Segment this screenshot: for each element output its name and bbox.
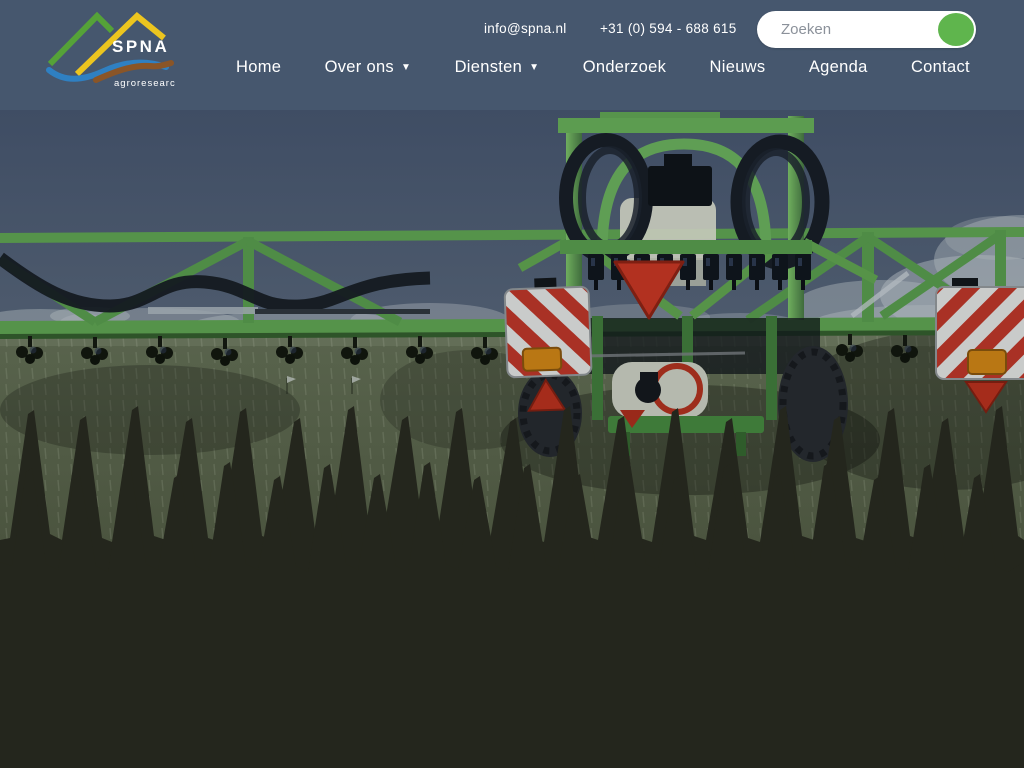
nav-item-nieuws[interactable]: Nieuws	[710, 58, 766, 77]
sprayer-field-photo	[0, 110, 1024, 768]
nav-label: Contact	[911, 58, 970, 76]
nav-item-diensten[interactable]: Diensten ▼	[455, 58, 540, 77]
nav-item-agenda[interactable]: Agenda	[809, 58, 868, 77]
page-root: SPNA agroresearch info@spna.nl +31 (0) 5…	[0, 0, 1024, 768]
nav-item-home[interactable]: Home	[236, 58, 281, 77]
email-link[interactable]: info@spna.nl	[484, 21, 567, 37]
control-box	[648, 166, 712, 206]
brand-name: SPNA	[112, 37, 169, 56]
brand-logo[interactable]: SPNA agroresearch	[46, 8, 176, 98]
site-header: SPNA agroresearch info@spna.nl +31 (0) 5…	[0, 0, 1024, 110]
nav-item-onderzoek[interactable]: Onderzoek	[583, 58, 666, 77]
search-input[interactable]	[757, 11, 951, 48]
nav-label: Nieuws	[710, 58, 766, 76]
main-nav: Home Over ons ▼ Diensten ▼ Onderzoek Nieuw…	[236, 58, 970, 77]
chevron-down-icon: ▼	[401, 62, 411, 73]
search-box	[757, 11, 976, 48]
nav-label: Home	[236, 58, 281, 76]
hydraulic-cylinder	[148, 307, 258, 314]
nav-label: Onderzoek	[583, 58, 666, 76]
nav-label: Agenda	[809, 58, 868, 76]
brand-logo-art: SPNA agroresearch	[46, 8, 176, 98]
nav-item-over-ons[interactable]: Over ons ▼	[325, 58, 412, 77]
search-submit-button[interactable]	[938, 13, 974, 46]
amber-reflector	[968, 350, 1006, 374]
amber-reflector	[523, 348, 562, 371]
hero-section	[0, 110, 1024, 768]
phone-link[interactable]: +31 (0) 594 - 688 615	[600, 21, 737, 37]
nav-label: Diensten	[455, 58, 523, 76]
chevron-down-icon: ▼	[529, 62, 539, 73]
logo-green-mountain	[50, 16, 112, 64]
nav-label: Over ons	[325, 58, 394, 76]
brand-tagline: agroresearch	[114, 78, 176, 89]
nav-item-contact[interactable]: Contact	[911, 58, 970, 77]
